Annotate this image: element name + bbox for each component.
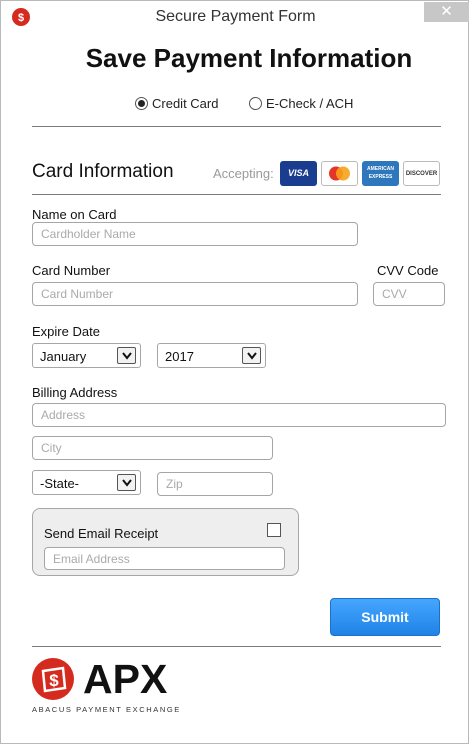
expire-month-select[interactable]: January [32, 343, 141, 368]
zip-input[interactable] [157, 472, 273, 496]
radio-credit-card-indicator[interactable] [135, 97, 148, 110]
brand-tagline: ABACUS PAYMENT EXCHANGE [32, 705, 181, 714]
radio-echeck-ach[interactable]: E-Check / ACH [249, 96, 353, 111]
expire-month-value[interactable]: January [40, 349, 86, 364]
email-address-input[interactable] [44, 547, 285, 570]
visa-icon: VISA [280, 161, 317, 186]
window-title: Secure Payment Form [155, 8, 316, 25]
radio-credit-card-label[interactable]: Credit Card [152, 96, 218, 111]
amex-icon: AMERICAN EXPRESS [362, 161, 399, 186]
send-email-receipt-label: Send Email Receipt [44, 526, 159, 541]
page-title: Save Payment Information [85, 43, 413, 73]
discover-icon: DISCOVER [403, 161, 440, 186]
chevron-down-icon[interactable] [242, 347, 261, 364]
title-bar: $ Secure Payment Form ✕ [1, 1, 469, 33]
cardholder-name-input[interactable] [32, 222, 358, 246]
brand-name: APX [83, 656, 168, 702]
card-section-title: Card Information [32, 161, 174, 182]
chevron-down-icon[interactable] [117, 347, 136, 364]
state-value[interactable]: -State- [40, 476, 79, 491]
radio-credit-card[interactable]: Credit Card [135, 96, 218, 111]
cvv-input[interactable] [373, 282, 445, 306]
expire-date-label: Expire Date [32, 324, 100, 339]
address-input[interactable] [32, 403, 446, 427]
email-receipt-panel: Send Email Receipt [32, 508, 299, 576]
radio-echeck-label[interactable]: E-Check / ACH [266, 96, 353, 111]
divider [32, 646, 441, 647]
divider [32, 194, 441, 195]
cvv-label: CVV Code [377, 263, 439, 278]
chevron-down-icon[interactable] [117, 474, 136, 491]
mastercard-icon [321, 161, 358, 186]
close-button[interactable]: ✕ [424, 2, 469, 22]
state-select[interactable]: -State- [32, 470, 141, 495]
radio-echeck-indicator[interactable] [249, 97, 262, 110]
payment-window: $ Secure Payment Form ✕ Save Payment Inf… [0, 0, 469, 744]
card-number-label: Card Number [32, 263, 111, 278]
send-email-receipt-checkbox[interactable] [267, 523, 281, 537]
dollar-shield-icon: $ [32, 658, 74, 700]
billing-address-label: Billing Address [32, 385, 118, 400]
expire-year-select[interactable]: 2017 [157, 343, 266, 368]
expire-year-value[interactable]: 2017 [165, 349, 194, 364]
accepting-label: Accepting: [213, 166, 274, 181]
card-number-input[interactable] [32, 282, 358, 306]
submit-button[interactable]: Submit [330, 598, 440, 636]
close-icon[interactable]: ✕ [440, 3, 453, 20]
svg-text:$: $ [49, 671, 59, 690]
divider [32, 126, 441, 127]
city-input[interactable] [32, 436, 273, 460]
name-on-card-label: Name on Card [32, 207, 117, 222]
